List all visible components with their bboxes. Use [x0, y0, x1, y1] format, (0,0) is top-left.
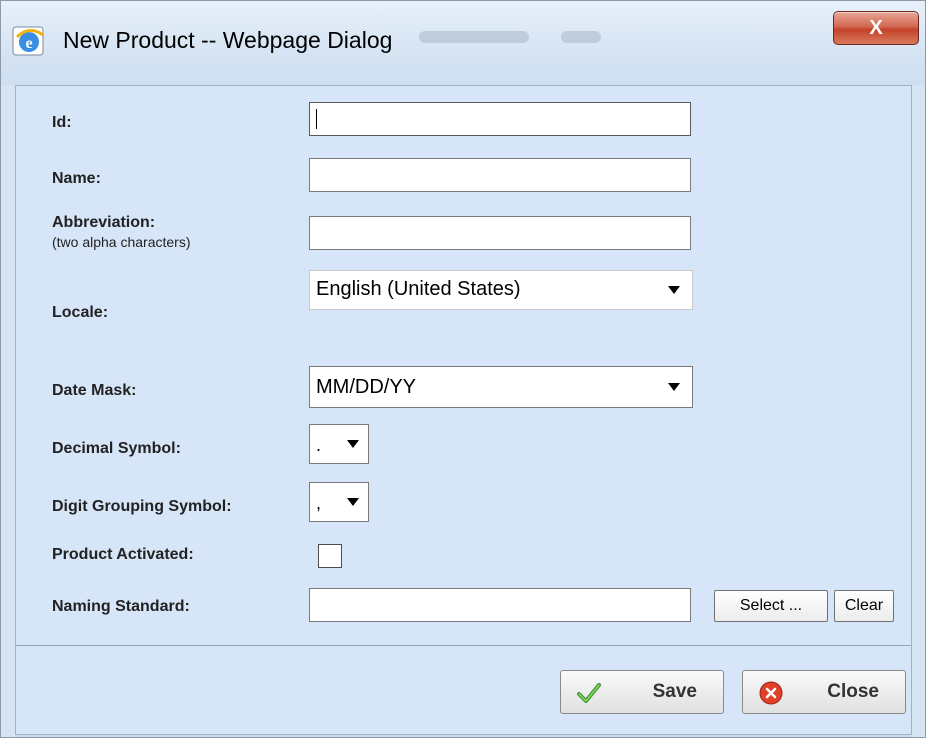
svg-text:e: e — [25, 35, 32, 52]
product-activated-checkbox[interactable] — [318, 544, 342, 568]
id-label: Id: — [52, 114, 72, 131]
locale-selected: English (United States) — [316, 278, 521, 300]
ie-globe-icon: e — [12, 26, 44, 56]
naming-standard-field[interactable] — [309, 588, 691, 622]
window-title: New Product -- Webpage Dialog — [63, 27, 393, 53]
text-caret — [316, 109, 317, 129]
name-field[interactable] — [309, 158, 691, 192]
abbreviation-label: Abbreviation: — [52, 214, 156, 231]
chevron-down-icon[interactable] — [340, 429, 366, 459]
close-label: Close — [827, 681, 879, 702]
save-label: Save — [652, 681, 697, 702]
locale-select[interactable]: English (United States) — [309, 270, 693, 310]
title-blur-mark — [419, 31, 529, 43]
decimal-symbol-selected: . — [316, 435, 322, 455]
red-x-circle-icon — [759, 681, 783, 705]
checkmark-icon — [577, 683, 601, 703]
product-activated-label: Product Activated: — [52, 546, 194, 563]
chevron-down-icon[interactable] — [660, 372, 688, 402]
decimal-symbol-select[interactable]: . — [309, 424, 369, 464]
title-blur-mark — [561, 31, 601, 43]
digit-grouping-label: Digit Grouping Symbol: — [52, 498, 232, 515]
window-close-button[interactable]: X — [833, 11, 919, 45]
frame-right — [911, 85, 925, 737]
naming-standard-select-button[interactable]: Select ... — [714, 590, 828, 622]
title-bar[interactable]: e New Product -- Webpage Dialog X — [1, 1, 925, 85]
abbreviation-field[interactable] — [309, 216, 691, 250]
name-label: Name: — [52, 170, 101, 187]
abbreviation-hint: (two alpha characters) — [52, 234, 191, 250]
id-field[interactable] — [309, 102, 691, 136]
dialog-client: Id: Name: Abbreviation: (two alpha chara… — [15, 85, 912, 735]
dialog-footer: Save Close — [16, 646, 911, 734]
dialog-window: e New Product -- Webpage Dialog X Id: Na… — [0, 0, 926, 738]
decimal-symbol-label: Decimal Symbol: — [52, 440, 181, 457]
chevron-down-icon[interactable] — [340, 487, 366, 517]
close-button[interactable]: Close — [742, 670, 906, 714]
naming-standard-label: Naming Standard: — [52, 598, 190, 615]
frame-left — [1, 85, 15, 737]
product-form: Id: Name: Abbreviation: (two alpha chara… — [16, 86, 911, 646]
naming-standard-clear-button[interactable]: Clear — [834, 590, 894, 622]
save-button[interactable]: Save — [560, 670, 724, 714]
date-mask-selected: MM/DD/YY — [316, 376, 416, 398]
digit-grouping-selected: , — [316, 493, 322, 513]
date-mask-label: Date Mask: — [52, 382, 137, 399]
date-mask-select[interactable]: MM/DD/YY — [309, 366, 693, 408]
locale-label: Locale: — [52, 304, 109, 321]
chevron-down-icon[interactable] — [660, 275, 688, 305]
digit-grouping-select[interactable]: , — [309, 482, 369, 522]
